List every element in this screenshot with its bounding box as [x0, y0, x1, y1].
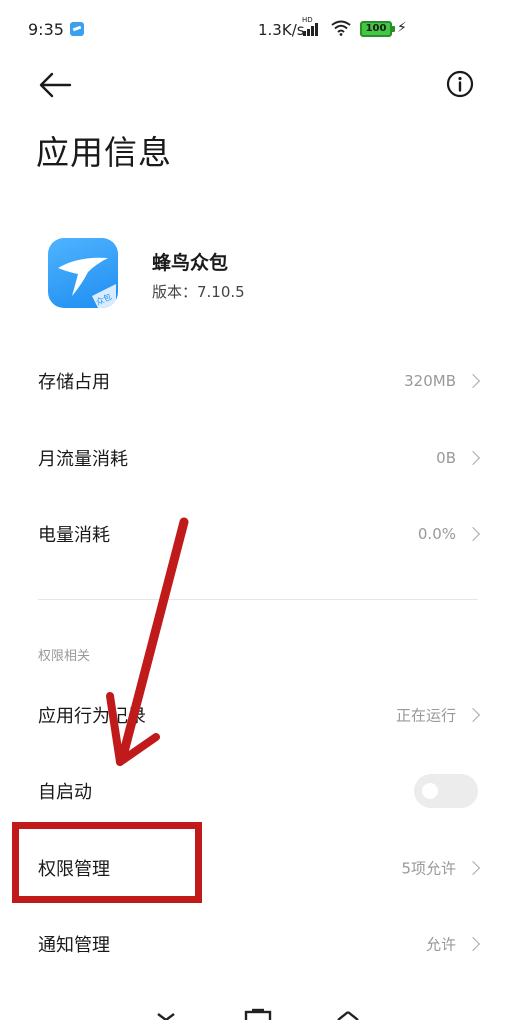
- bottom-nav-bar: [157, 1008, 359, 1020]
- back-nav-icon: [337, 1011, 359, 1020]
- back-arrow-icon: [39, 72, 72, 98]
- row-value: 5项允许: [401, 859, 456, 878]
- status-bar: 9:35 1.3K/s HD 100 ⚡: [0, 0, 516, 62]
- section-divider: [38, 599, 478, 600]
- section-header-permissions: 权限相关: [38, 649, 91, 664]
- row-label: 通知管理: [38, 935, 110, 956]
- status-time: 9:35: [28, 20, 64, 39]
- notification-app-icon: [70, 22, 84, 36]
- chevron-right-icon: [465, 526, 481, 542]
- chevron-right-icon: [465, 860, 481, 876]
- chevron-right-icon: [465, 936, 481, 952]
- row-label: 电量消耗: [38, 525, 110, 546]
- row-battery-usage[interactable]: 电量消耗 0.0%: [0, 504, 516, 564]
- battery-level: 100: [365, 23, 387, 34]
- info-icon: [446, 70, 474, 98]
- charging-icon: ⚡: [397, 20, 407, 36]
- row-value: 0.0%: [417, 525, 456, 543]
- app-name: 蜂鸟众包: [152, 252, 229, 274]
- battery-nub: [392, 26, 395, 32]
- hummingbird-logo-icon: 众包: [58, 257, 116, 308]
- home-nav-icon: [244, 1008, 272, 1020]
- row-app-behavior[interactable]: 应用行为记录 正在运行: [0, 685, 516, 745]
- row-label: 月流量消耗: [38, 449, 128, 470]
- wifi-icon: [331, 20, 351, 36]
- row-label: 应用行为记录: [38, 706, 146, 727]
- chevron-right-icon: [465, 373, 481, 389]
- page-title: 应用信息: [36, 133, 172, 172]
- app-details-button[interactable]: [440, 64, 480, 104]
- battery-icon: 100: [360, 21, 392, 37]
- chevron-right-icon: [465, 707, 481, 723]
- annotation-highlight-box: [12, 822, 202, 903]
- row-value: 0B: [436, 449, 456, 467]
- row-storage[interactable]: 存储占用 320MB: [0, 351, 516, 411]
- chevron-right-icon: [465, 450, 481, 466]
- row-notification-management[interactable]: 通知管理 允许: [0, 914, 516, 974]
- row-value: 允许: [425, 935, 456, 954]
- app-version: 版本：7.10.5: [152, 283, 245, 301]
- menu-nav-icon: [157, 1013, 175, 1020]
- row-label: 自启动: [38, 782, 92, 803]
- network-speed: 1.3K/s: [258, 21, 305, 39]
- signal-icon: [303, 22, 323, 36]
- app-icon: 众包: [48, 238, 118, 308]
- back-button[interactable]: [30, 62, 76, 108]
- autostart-toggle[interactable]: [414, 774, 478, 808]
- toggle-knob: [422, 783, 438, 799]
- row-autostart: 自启动: [0, 761, 516, 821]
- row-data-usage[interactable]: 月流量消耗 0B: [0, 428, 516, 488]
- row-value: 320MB: [404, 372, 456, 390]
- row-label: 存储占用: [38, 372, 110, 393]
- row-value: 正在运行: [395, 706, 456, 725]
